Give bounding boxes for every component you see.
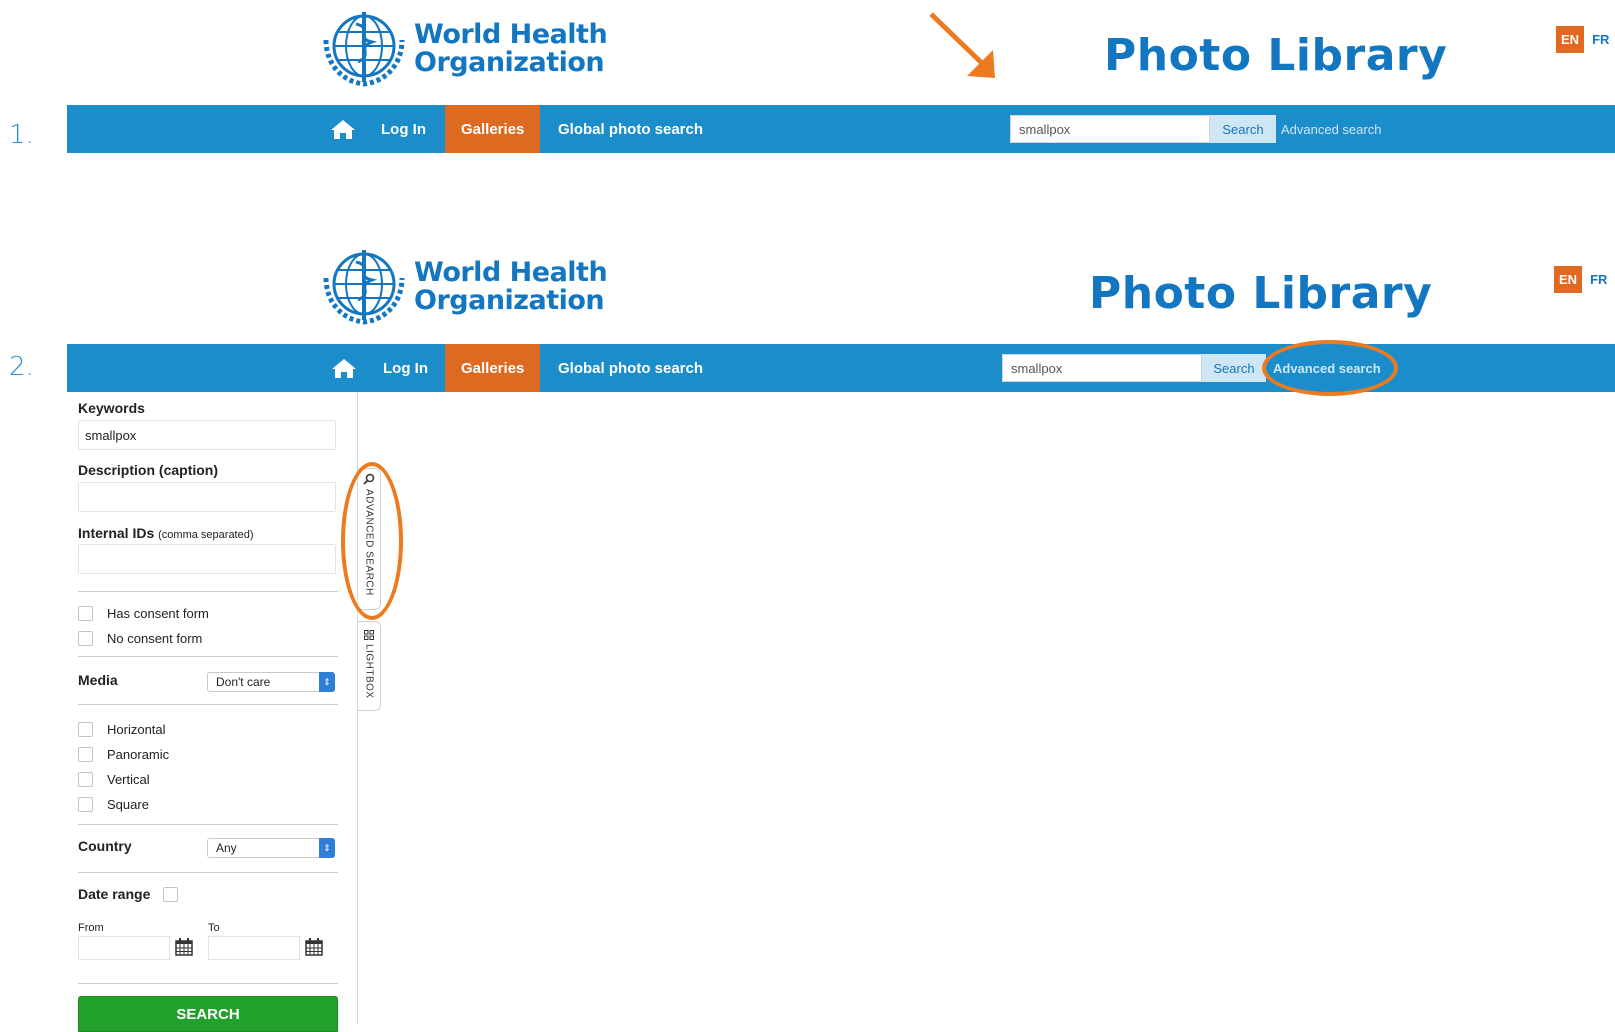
date-range-checkbox[interactable] (163, 887, 178, 902)
grid-icon (364, 630, 374, 640)
internal-ids-label-text: Internal IDs (78, 525, 155, 541)
media-select-value: Don't care (216, 675, 271, 689)
global-photo-search-link[interactable]: Global photo search (558, 105, 703, 153)
to-label: To (208, 922, 220, 934)
galleries-tab[interactable]: Galleries (445, 344, 541, 392)
orange-arrow-icon (929, 12, 995, 78)
search-button[interactable]: Search (1210, 115, 1276, 143)
no-consent-label: No consent form (107, 631, 203, 646)
logo-line-1: World Health (414, 19, 608, 50)
select-arrows-icon: ⇕ (319, 672, 335, 692)
logo-line-1: World Health (414, 257, 608, 288)
highlight-ring-advanced-link (1262, 340, 1398, 396)
square-checkbox-row[interactable]: Square (78, 797, 149, 812)
internal-ids-label: Internal IDs (comma separated) (78, 525, 254, 541)
divider (78, 591, 338, 592)
who-logo-2[interactable]: World Health Organization (320, 248, 608, 326)
internal-ids-input[interactable] (78, 544, 336, 574)
home-icon (332, 359, 356, 378)
internal-ids-hint: (comma separated) (158, 529, 254, 541)
language-switcher: EN FR (1556, 26, 1609, 53)
square-label: Square (107, 797, 149, 812)
who-logo[interactable]: World Health Organization (320, 10, 608, 88)
advanced-search-link[interactable]: Advanced search (1281, 115, 1381, 143)
country-select[interactable]: Any ⇕ (207, 838, 335, 858)
advanced-search-submit-button[interactable]: SEARCH (78, 996, 338, 1032)
vertical-label: Vertical (107, 772, 150, 787)
advanced-search-panel: Keywords smallpox Description (caption) … (67, 392, 358, 1032)
to-date-input[interactable] (208, 936, 300, 960)
login-link[interactable]: Log In (381, 105, 426, 153)
vertical-checkbox-row[interactable]: Vertical (78, 772, 150, 787)
lightbox-tab[interactable]: LIGHTBOX (358, 621, 381, 711)
navbar-1: Log In Galleries Global photo search sma… (67, 105, 1615, 153)
lang-en-button[interactable]: EN (1554, 266, 1583, 293)
from-calendar-icon[interactable] (174, 937, 194, 957)
no-consent-checkbox-row[interactable]: No consent form (78, 631, 202, 646)
step-number-1: 1. (9, 120, 34, 150)
home-button[interactable] (330, 105, 356, 153)
panoramic-checkbox-row[interactable]: Panoramic (78, 747, 169, 762)
login-link[interactable]: Log In (383, 344, 428, 392)
global-photo-search-link[interactable]: Global photo search (558, 344, 703, 392)
home-button[interactable] (331, 344, 357, 392)
divider (78, 983, 338, 984)
page-title-2: Photo Library (1089, 268, 1433, 319)
has-consent-checkbox-row[interactable]: Has consent form (78, 606, 209, 621)
divider (78, 704, 338, 705)
no-consent-checkbox[interactable] (78, 631, 93, 646)
horizontal-checkbox-row[interactable]: Horizontal (78, 722, 166, 737)
description-input[interactable] (78, 482, 336, 512)
from-date-input[interactable] (78, 936, 170, 960)
horizontal-checkbox[interactable] (78, 722, 93, 737)
logo-line-2: Organization (414, 47, 605, 78)
page-title: Photo Library (1104, 30, 1448, 81)
from-label: From (78, 922, 104, 934)
home-icon (331, 120, 355, 139)
step-number-2: 2. (9, 352, 34, 382)
vertical-checkbox[interactable] (78, 772, 93, 787)
panoramic-label: Panoramic (107, 747, 170, 762)
has-consent-checkbox[interactable] (78, 606, 93, 621)
description-label: Description (caption) (78, 462, 219, 478)
media-label: Media (78, 672, 118, 688)
lang-fr-button[interactable]: FR (1590, 272, 1607, 287)
media-select[interactable]: Don't care ⇕ (207, 672, 335, 692)
lang-fr-button[interactable]: FR (1592, 32, 1609, 47)
divider (78, 656, 338, 657)
who-emblem-icon (323, 250, 405, 325)
who-emblem-icon (323, 12, 405, 87)
lightbox-tab-label: LIGHTBOX (363, 644, 375, 699)
to-calendar-icon[interactable] (304, 937, 324, 957)
panoramic-checkbox[interactable] (78, 747, 93, 762)
logo-line-2: Organization (414, 285, 605, 316)
keywords-input[interactable]: smallpox (78, 420, 336, 450)
who-logo-text: World Health Organization (414, 19, 608, 78)
has-consent-label: Has consent form (107, 606, 209, 621)
divider (78, 872, 338, 873)
search-button[interactable]: Search (1202, 354, 1266, 382)
date-range-label: Date range (78, 886, 151, 902)
horizontal-label: Horizontal (107, 722, 166, 737)
lang-en-button[interactable]: EN (1556, 26, 1585, 53)
search-input[interactable]: smallpox (1002, 354, 1202, 382)
who-logo-text: World Health Organization (414, 257, 608, 316)
select-arrows-icon: ⇕ (319, 838, 335, 858)
country-select-value: Any (216, 841, 237, 855)
search-input[interactable]: smallpox (1010, 115, 1210, 143)
square-checkbox[interactable] (78, 797, 93, 812)
galleries-tab[interactable]: Galleries (445, 105, 541, 153)
keywords-label: Keywords (78, 400, 145, 416)
language-switcher-2: EN FR (1554, 266, 1607, 293)
highlight-ring-advanced-tab (341, 462, 403, 620)
divider (78, 824, 338, 825)
country-label: Country (78, 838, 132, 854)
